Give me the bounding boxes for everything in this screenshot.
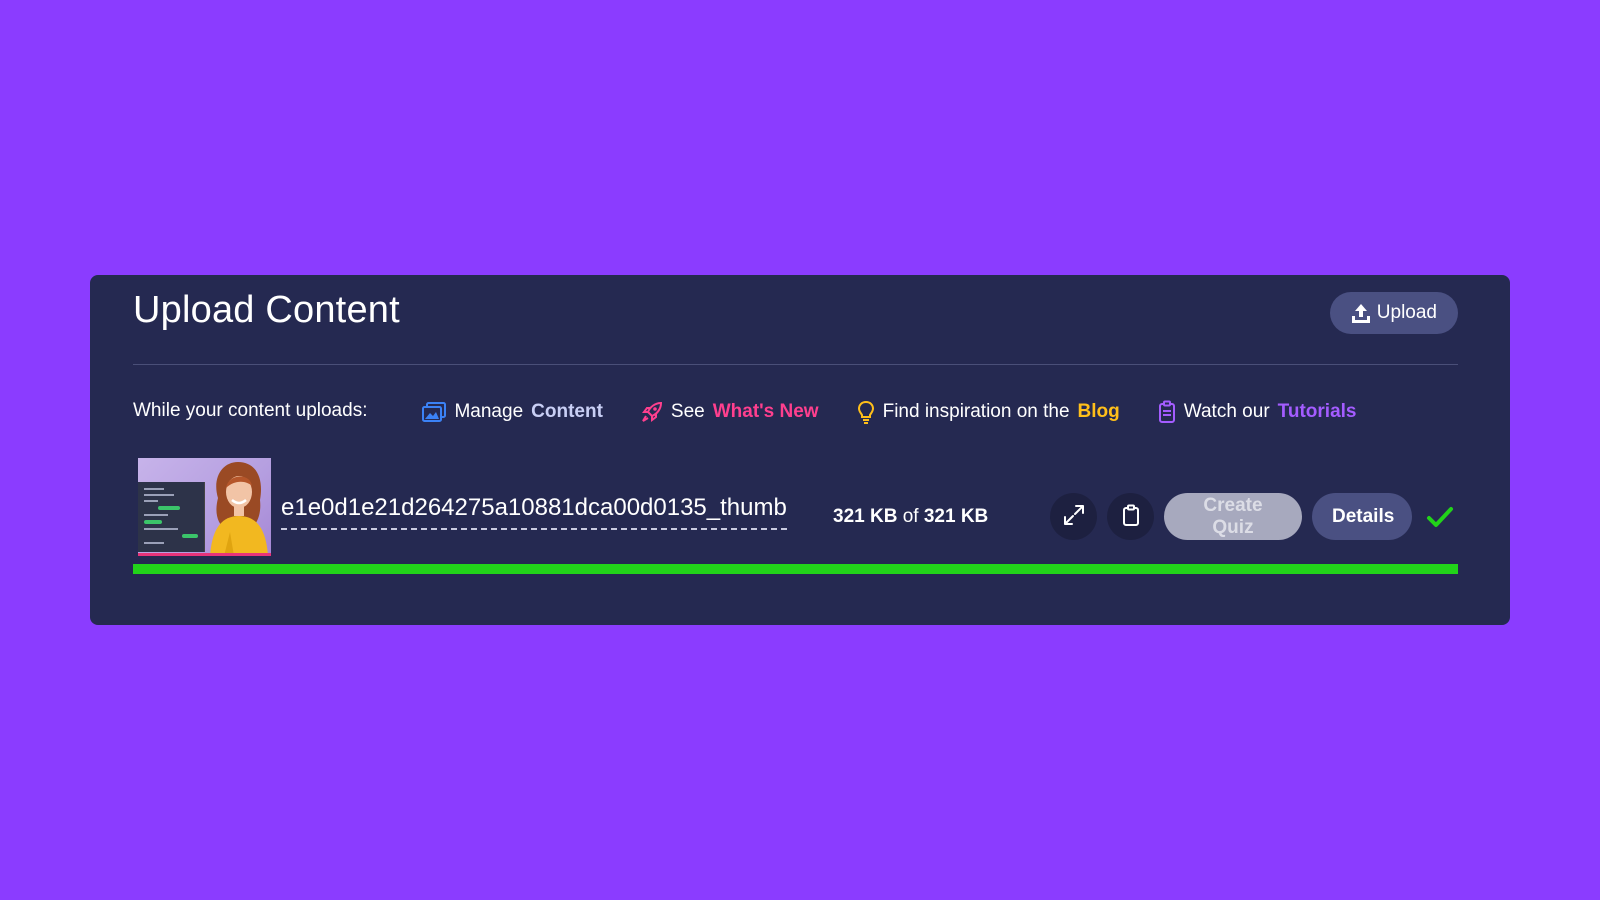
manage-content-link[interactable]: Manage Content (422, 401, 603, 423)
file-actions: Create Quiz Details (1050, 493, 1458, 540)
thumbnail-person (210, 462, 268, 553)
whats-new-link[interactable]: See What's New (641, 401, 819, 423)
upload-button-label: Upload (1376, 302, 1437, 323)
helper-links-bar: While your content uploads: Manage Conte… (133, 397, 1458, 427)
tutorials-prefix: Watch our (1183, 401, 1270, 422)
upload-progress-bar (133, 564, 1458, 574)
checkmark-icon (1422, 506, 1458, 528)
tutorials-link[interactable]: Watch our Tutorials (1158, 400, 1357, 424)
manage-content-prefix: Manage (454, 401, 524, 422)
clipboard-icon (1122, 504, 1140, 529)
lightbulb-icon (857, 400, 875, 424)
clipboard-icon (1158, 400, 1176, 424)
file-thumbnail (138, 458, 271, 556)
blog-link[interactable]: Find inspiration on the Blog (857, 400, 1120, 424)
blog-highlight: Blog (1077, 401, 1120, 422)
blog-prefix: Find inspiration on the (882, 401, 1070, 422)
create-quiz-button[interactable]: Create Quiz (1164, 493, 1302, 540)
expand-button[interactable] (1050, 493, 1097, 540)
file-name[interactable]: e1e0d1e21d264275a10881dca00d0135_thumb (281, 494, 787, 530)
total-size: 321 KB (923, 506, 989, 527)
page-title: Upload Content (133, 289, 400, 331)
copy-button[interactable] (1107, 493, 1154, 540)
uploaded-size: 321 KB (833, 506, 898, 527)
file-row: e1e0d1e21d264275a10881dca00d0135_thumb 3… (133, 458, 1458, 558)
whats-new-prefix: See (670, 401, 705, 422)
tutorials-highlight: Tutorials (1277, 401, 1357, 422)
upload-size: 321 KB of 321 KB (833, 506, 988, 528)
image-icon (422, 402, 447, 422)
expand-icon (1063, 504, 1085, 529)
upload-progress-fill (133, 564, 1458, 574)
thumbnail-screen (138, 482, 205, 552)
helper-lead-text: While your content uploads: (133, 399, 368, 421)
size-separator: of (902, 506, 919, 527)
rocket-icon (641, 401, 663, 423)
upload-icon (1351, 303, 1371, 323)
whats-new-highlight: What's New (712, 401, 819, 422)
manage-content-highlight: Content (531, 401, 603, 422)
upload-content-panel: Upload Content Upload While your content… (90, 275, 1510, 625)
divider (133, 364, 1458, 365)
details-button[interactable]: Details (1312, 493, 1412, 540)
upload-button[interactable]: Upload (1329, 292, 1458, 334)
